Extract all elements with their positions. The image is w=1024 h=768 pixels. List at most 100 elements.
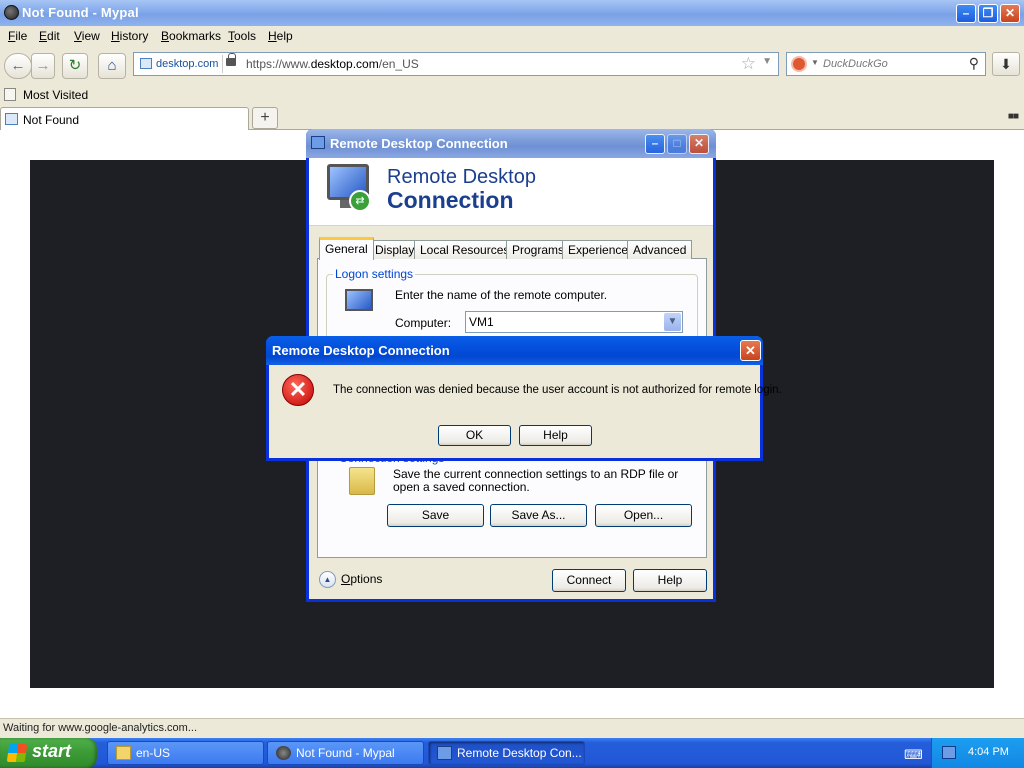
error-dialog-titlebar: Remote Desktop Connection ✕ (266, 336, 763, 365)
taskbar-item-label: en-US (136, 746, 171, 760)
system-tray: 4:04 PM (931, 738, 1024, 768)
tab-not-found[interactable]: Not Found (0, 107, 249, 130)
taskbar-item-en-us[interactable]: en-US (107, 741, 264, 765)
rdc-banner: ⇄ Remote Desktop Connection (309, 158, 713, 226)
error-close-button[interactable]: ✕ (740, 340, 761, 361)
forward-arrow-icon: → (35, 57, 51, 74)
downloads-button[interactable]: ⬇ (992, 52, 1020, 76)
save-button[interactable]: Save (387, 504, 484, 527)
site-identity-button[interactable]: desktop.com (136, 55, 224, 73)
mypal-icon (276, 746, 291, 760)
options-toggle[interactable]: Options (341, 572, 382, 586)
menu-help[interactable]: Help (268, 29, 293, 43)
options-expand-icon[interactable]: ▲ (319, 571, 336, 588)
menu-bar: File Edit View History Bookmarks Tools H… (0, 26, 1024, 46)
tab-experience[interactable]: Experience (562, 240, 635, 259)
url-text[interactable]: https://www.desktop.com/en_US (246, 57, 419, 71)
menu-bookmarks[interactable]: Bookmarks (161, 29, 221, 43)
taskbar-item-label: Remote Desktop Con... (457, 746, 582, 760)
tab-programs[interactable]: Programs (506, 240, 571, 259)
network-icon[interactable] (942, 746, 956, 759)
page-icon (5, 113, 18, 125)
connect-arrows-icon: ⇄ (349, 190, 371, 212)
error-icon: ✕ (282, 374, 314, 406)
site-identity-label: desktop.com (156, 58, 219, 70)
rdc-titlebar: Remote Desktop Connection – □ ✕ (306, 129, 716, 158)
error-message: The connection was denied because the us… (333, 384, 782, 396)
rdc-minimize-button[interactable]: – (645, 134, 665, 154)
url-domain: desktop.com (310, 57, 379, 71)
back-arrow-icon: ← (10, 57, 26, 74)
taskbar-item-label: Not Found - Mypal (296, 746, 395, 760)
menu-tools[interactable]: Tools (228, 29, 256, 43)
error-dialog: Remote Desktop Connection ✕ ✕ The connec… (266, 336, 782, 461)
menu-file[interactable]: File (8, 29, 27, 43)
taskbar-item-rdc[interactable]: Remote Desktop Con... (428, 741, 585, 765)
url-path: /en_US (378, 57, 419, 71)
restore-button[interactable]: ❐ (978, 4, 998, 23)
computer-combobox[interactable]: VM1 ▼ (465, 311, 683, 333)
save-as-button[interactable]: Save As... (490, 504, 587, 527)
close-button[interactable]: ✕ (1000, 4, 1020, 23)
reload-button[interactable]: ↻ (62, 53, 88, 79)
search-engine-dropdown-icon[interactable]: ▼ (811, 58, 819, 67)
banner-line1: Remote Desktop (387, 166, 536, 188)
menu-view[interactable]: View (74, 29, 100, 43)
error-help-button[interactable]: Help (519, 425, 592, 446)
tab-general[interactable]: General (319, 237, 374, 260)
chevron-down-icon[interactable]: ▼ (664, 313, 681, 331)
folder-icon (116, 746, 131, 760)
lock-icon (226, 53, 236, 66)
open-button[interactable]: Open... (595, 504, 692, 527)
windows-logo-icon (6, 744, 28, 762)
computer-label: Computer: (395, 316, 452, 330)
rdc-title: Remote Desktop Connection (330, 136, 508, 151)
menu-edit[interactable]: Edit (39, 29, 60, 43)
home-button[interactable]: ⌂ (98, 53, 126, 79)
computer-value: VM1 (469, 315, 494, 329)
taskbar: start en-US Not Found - Mypal Remote Des… (0, 738, 1024, 768)
keyboard-icon[interactable]: ⌨ (904, 747, 923, 763)
rdc-help-button[interactable]: Help (633, 569, 707, 592)
menu-history[interactable]: History (111, 29, 148, 43)
bookmark-most-visited[interactable]: Most Visited (23, 88, 88, 102)
list-all-tabs-icon[interactable]: ■■ (1008, 111, 1019, 122)
url-dropdown-icon[interactable]: ▼ (762, 56, 772, 67)
tab-label: Not Found (23, 113, 80, 127)
new-tab-button[interactable]: + (252, 107, 278, 129)
reload-icon: ↻ (68, 57, 82, 74)
start-button[interactable]: start (0, 738, 97, 768)
logon-settings-label: Logon settings (333, 267, 416, 281)
connection-settings-group: Connection settings Save the current con… (325, 451, 697, 529)
home-icon: ⌂ (107, 57, 117, 74)
download-arrow-icon: ⬇ (1000, 56, 1012, 72)
search-icon[interactable]: ⚲ (969, 55, 979, 72)
tab-local-resources[interactable]: Local Resources (414, 240, 516, 259)
ok-button[interactable]: OK (438, 425, 511, 446)
forward-button[interactable]: → (31, 53, 55, 79)
rdc-close-button[interactable]: ✕ (689, 134, 709, 154)
tab-advanced[interactable]: Advanced (627, 240, 693, 259)
url-bar[interactable]: desktop.com https://www.desktop.com/en_U… (133, 52, 779, 76)
rdp-icon (437, 746, 452, 760)
tab-display[interactable]: Display (369, 240, 421, 259)
search-placeholder: DuckDuckGo (823, 58, 888, 70)
bookmark-folder-icon (4, 88, 16, 101)
clock[interactable]: 4:04 PM (968, 746, 1009, 758)
page-icon (140, 58, 152, 69)
connect-button[interactable]: Connect (552, 569, 626, 592)
status-text: Waiting for www.google-analytics.com... (3, 722, 197, 734)
mypal-app-icon (4, 5, 19, 20)
duckduckgo-icon[interactable] (791, 56, 807, 72)
taskbar-item-mypal[interactable]: Not Found - Mypal (267, 741, 424, 765)
bookmarks-toolbar: Most Visited (0, 84, 1024, 106)
bookmark-star-icon[interactable]: ☆ (741, 54, 756, 74)
back-button[interactable]: ← (4, 53, 32, 79)
browser-titlebar: Not Found - Mypal – ❐ ✕ (0, 0, 1024, 26)
rdc-maximize-button: □ (667, 134, 687, 154)
connection-settings-text: Save the current connection settings to … (393, 467, 679, 494)
minimize-button[interactable]: – (956, 4, 976, 23)
search-bar[interactable]: ▼ DuckDuckGo ⚲ (786, 52, 986, 76)
folder-icon (349, 467, 375, 495)
logon-instructions: Enter the name of the remote computer. (395, 288, 608, 302)
